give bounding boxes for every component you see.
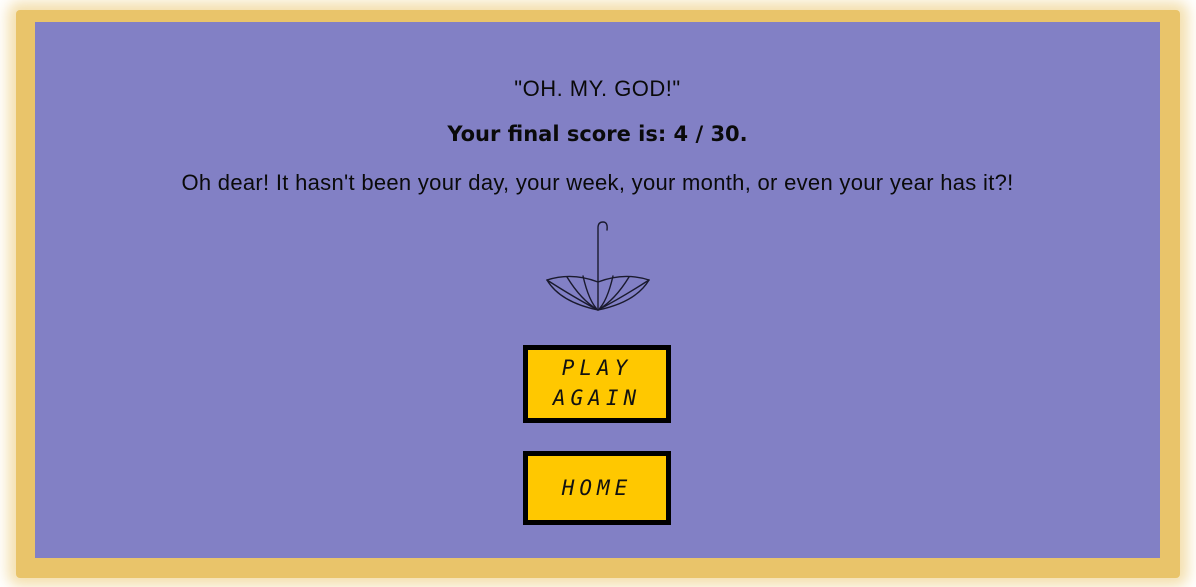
home-label: HOME	[561, 476, 633, 500]
play-again-label-line2: AGAIN	[552, 386, 642, 410]
upside-down-umbrella-icon	[546, 221, 650, 311]
result-quote: "OH. MY. GOD!"	[514, 76, 681, 101]
result-panel: "OH. MY. GOD!" Your final score is: 4 / …	[35, 22, 1160, 558]
play-again-label-line1: PLAY	[561, 356, 633, 380]
play-again-button[interactable]: PLAY AGAIN	[523, 345, 671, 423]
final-score: Your final score is: 4 / 30.	[447, 122, 748, 146]
home-button[interactable]: HOME	[523, 451, 671, 525]
result-message: Oh dear! It hasn't been your day, your w…	[181, 170, 1014, 195]
